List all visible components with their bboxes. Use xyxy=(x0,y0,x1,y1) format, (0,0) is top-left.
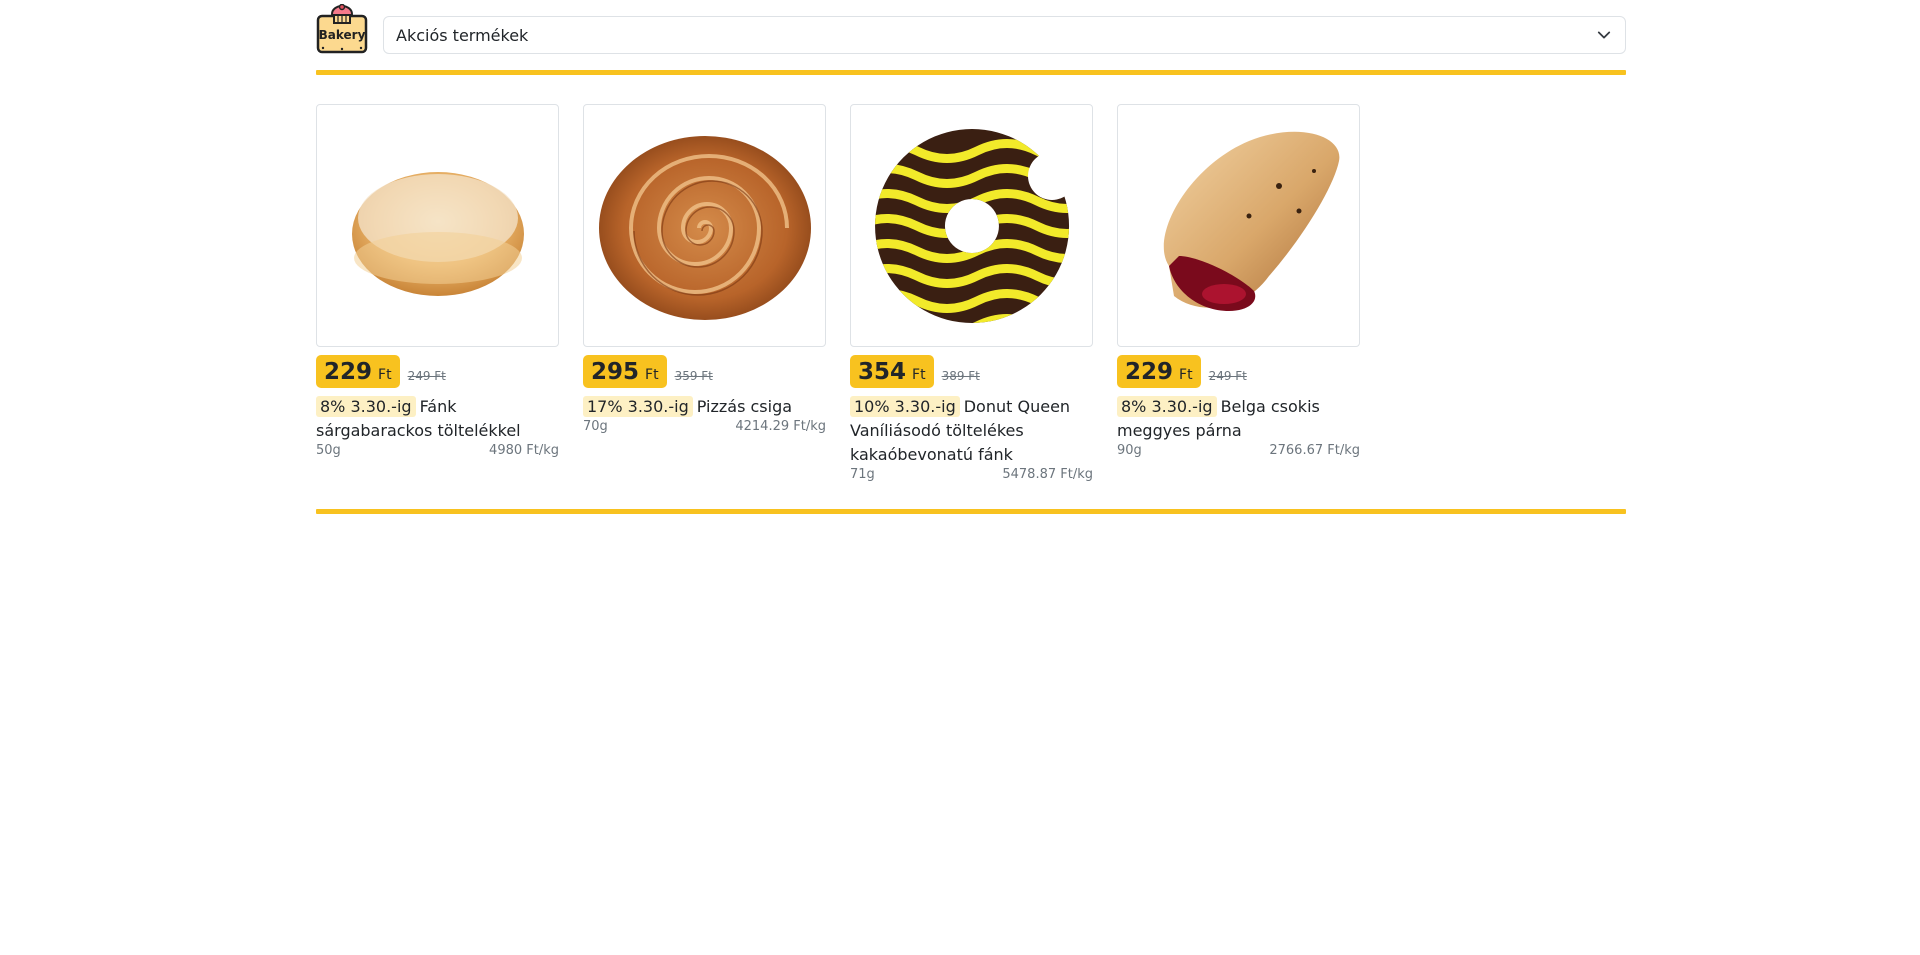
price: 229 xyxy=(324,358,373,385)
product-weight: 70g xyxy=(583,419,608,434)
product-card[interactable]: 354 Ft 389 Ft 10% 3.30.-ig Donut Queen Va… xyxy=(850,104,1093,482)
bakery-logo[interactable]: Bakery xyxy=(316,4,368,54)
price-row: 354 Ft 389 Ft xyxy=(850,355,1093,388)
price-badge: 354 Ft xyxy=(850,355,934,388)
price-badge: 295 Ft xyxy=(583,355,667,388)
product-description: 8% 3.30.-ig Belga csokis meggyes párna xyxy=(1117,395,1360,443)
price: 354 xyxy=(858,358,907,385)
pizza-roll-image xyxy=(598,135,811,320)
category-select-value: Akciós termékek xyxy=(396,25,529,45)
striped-donut-image xyxy=(874,128,1076,323)
product-card[interactable]: 229 Ft 249 Ft 8% 3.30.-ig Fánk sárgabarac… xyxy=(316,104,559,458)
price-row: 295 Ft 359 Ft xyxy=(583,355,826,388)
product-weight: 90g xyxy=(1117,443,1142,458)
product-meta: 70g 4214.29 Ft/kg xyxy=(583,419,826,434)
product-card[interactable]: 229 Ft 249 Ft 8% 3.30.-ig Belga csokis me… xyxy=(1117,104,1360,458)
old-price: 359 Ft xyxy=(674,369,713,383)
currency: Ft xyxy=(645,366,659,383)
price: 229 xyxy=(1125,358,1174,385)
product-weight: 71g xyxy=(850,467,875,482)
header: Bakery Akciós termékek xyxy=(316,4,1626,56)
product-description: 10% 3.30.-ig Donut Queen Vaníliásodó tölt… xyxy=(850,395,1093,467)
price-row: 229 Ft 249 Ft xyxy=(316,355,559,388)
product-meta: 50g 4980 Ft/kg xyxy=(316,443,559,458)
unit-price: 5478.87 Ft/kg xyxy=(1002,467,1093,482)
chevron-down-icon xyxy=(1597,31,1611,39)
promo-badge: 17% 3.30.-ig xyxy=(583,396,693,417)
promo-badge: 8% 3.30.-ig xyxy=(1117,396,1217,417)
unit-price: 4214.29 Ft/kg xyxy=(735,419,826,434)
bottom-divider xyxy=(316,509,1626,514)
product-image[interactable] xyxy=(583,104,826,347)
product-name[interactable]: Pizzás csiga xyxy=(697,397,792,416)
product-image[interactable] xyxy=(1117,104,1360,347)
promo-badge: 8% 3.30.-ig xyxy=(316,396,416,417)
product-meta: 71g 5478.87 Ft/kg xyxy=(850,467,1093,482)
cherry-pastry-image xyxy=(1163,131,1339,311)
product-description: 8% 3.30.-ig Fánk sárgabarackos töltelékke… xyxy=(316,395,559,443)
currency: Ft xyxy=(1179,366,1193,383)
price-row: 229 Ft 249 Ft xyxy=(1117,355,1360,388)
product-weight: 50g xyxy=(316,443,341,458)
top-divider xyxy=(316,70,1626,75)
product-image[interactable] xyxy=(850,104,1093,347)
cupcake-logo-icon: Bakery xyxy=(316,4,368,54)
category-select[interactable]: Akciós termékek xyxy=(383,16,1626,54)
unit-price: 4980 Ft/kg xyxy=(489,443,559,458)
jam-donut-image xyxy=(351,171,524,296)
logo-text: Bakery xyxy=(319,28,366,42)
product-card[interactable]: 295 Ft 359 Ft 17% 3.30.-ig Pizzás csiga 7… xyxy=(583,104,826,434)
product-meta: 90g 2766.67 Ft/kg xyxy=(1117,443,1360,458)
price: 295 xyxy=(591,358,640,385)
currency: Ft xyxy=(378,366,392,383)
old-price: 249 Ft xyxy=(1208,369,1247,383)
promo-badge: 10% 3.30.-ig xyxy=(850,396,960,417)
price-badge: 229 Ft xyxy=(316,355,400,388)
product-description: 17% 3.30.-ig Pizzás csiga xyxy=(583,395,826,419)
old-price: 389 Ft xyxy=(941,369,980,383)
old-price: 249 Ft xyxy=(407,369,446,383)
currency: Ft xyxy=(912,366,926,383)
product-image[interactable] xyxy=(316,104,559,347)
product-grid: 229 Ft 249 Ft 8% 3.30.-ig Fánk sárgabarac… xyxy=(316,104,1626,494)
unit-price: 2766.67 Ft/kg xyxy=(1269,443,1360,458)
price-badge: 229 Ft xyxy=(1117,355,1201,388)
